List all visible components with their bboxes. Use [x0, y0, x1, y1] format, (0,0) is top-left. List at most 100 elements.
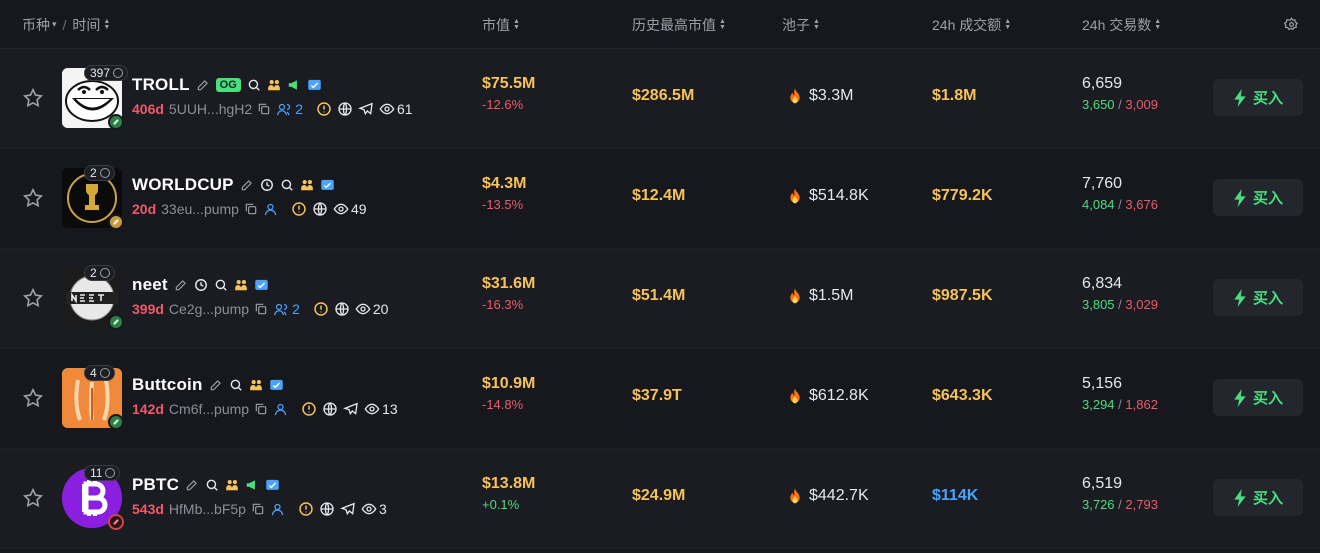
token-address[interactable]: HfMb...bF5p — [169, 501, 246, 517]
buy-button[interactable]: 买入 — [1213, 479, 1303, 516]
market-cap-change: -13.5% — [482, 197, 524, 212]
table-row[interactable]: 4 Buttcoin 142d Cm6f...pump 13 $10.9M -1… — [0, 349, 1320, 449]
buy-button[interactable]: 买入 — [1213, 179, 1303, 216]
views-count: 20 — [372, 301, 389, 317]
copy-icon[interactable] — [257, 102, 271, 116]
eye-icon — [361, 501, 377, 517]
holders-count: 2 — [90, 266, 97, 280]
copy-icon[interactable] — [244, 202, 258, 216]
volume-value: $643.3K — [932, 387, 993, 404]
buy-button[interactable]: 买入 — [1213, 79, 1303, 116]
market-cap-value: $4.3M — [482, 175, 527, 192]
telegram-icon[interactable] — [358, 101, 374, 117]
time-sort-button[interactable]: 时间 — [72, 15, 100, 35]
pool-value: $612.8K — [809, 387, 869, 404]
market-cap: $13.8M +0.1% — [482, 475, 535, 512]
edit-icon[interactable] — [185, 478, 199, 492]
telegram-icon[interactable] — [339, 501, 356, 517]
eye-icon — [355, 301, 371, 317]
token-name[interactable]: neet — [132, 275, 168, 295]
search-icon[interactable] — [280, 178, 294, 192]
table-row[interactable]: 11 PBTC 543d HfMb...bF5p 3 $13.8M +0.1% … — [0, 449, 1320, 549]
dev-count: 2 — [292, 301, 300, 317]
gear-icon[interactable] — [1284, 0, 1299, 49]
ath-header[interactable]: 历史最高市值 ▲ ▼ — [632, 0, 726, 49]
sort-icon: ▲ ▼ — [513, 17, 520, 31]
copy-icon[interactable] — [254, 402, 268, 416]
star-icon[interactable] — [22, 187, 44, 209]
tx-total: 7,760 — [1082, 175, 1123, 192]
market-cap: $75.5M -12.6% — [482, 75, 535, 112]
search-icon[interactable] — [229, 378, 243, 392]
search-icon[interactable] — [247, 78, 261, 92]
views-count: 13 — [382, 401, 398, 417]
globe-icon[interactable] — [322, 401, 338, 417]
buy-count: 3,650 — [1082, 97, 1115, 112]
globe-icon[interactable] — [337, 101, 353, 117]
pill-icon — [108, 214, 124, 230]
token-address[interactable]: 33eu...pump — [161, 201, 239, 217]
holders-badge: 2 — [84, 165, 115, 181]
edit-icon[interactable] — [196, 78, 210, 92]
token-address[interactable]: Cm6f...pump — [169, 401, 249, 417]
table-row[interactable]: 397 TROLL OG 406d 5UUH...hgH2 2 61 $75.5… — [0, 49, 1320, 149]
token-age: 406d — [132, 101, 164, 117]
token-address[interactable]: 5UUH...hgH2 — [169, 101, 252, 117]
mcap-header[interactable]: 市值 ▲ ▼ — [482, 0, 520, 49]
buy-button[interactable]: 买入 — [1213, 379, 1303, 416]
edit-icon[interactable] — [209, 378, 223, 392]
token-meta-line: 543d HfMb...bF5p 3 — [132, 499, 387, 519]
buy-count: 3,294 — [1082, 397, 1115, 412]
tx-header[interactable]: 24h 交易数 ▲ ▼ — [1082, 0, 1161, 49]
buy-sell-counts: 3,294 / 1,862 — [1082, 397, 1158, 412]
market-cap-change: -12.6% — [482, 97, 524, 112]
sell-count: 3,676 — [1125, 197, 1158, 212]
star-icon[interactable] — [22, 87, 44, 109]
copy-icon[interactable] — [251, 502, 265, 516]
coin-sort-button[interactable]: 币种 — [22, 15, 50, 35]
globe-icon[interactable] — [334, 301, 350, 317]
token-age: 20d — [132, 201, 157, 217]
token-name[interactable]: PBTC — [132, 475, 179, 495]
warning-icon — [316, 101, 332, 117]
globe-icon[interactable] — [312, 201, 328, 217]
eye-icon — [333, 201, 349, 217]
table-row[interactable]: 2 neet 399d Ce2g...pump 2 20 $31.6M -16.… — [0, 249, 1320, 349]
pool-header[interactable]: 池子 ▲ ▼ — [782, 0, 820, 49]
search-icon[interactable] — [214, 278, 228, 292]
sell-count: 3,029 — [1125, 297, 1158, 312]
star-icon[interactable] — [22, 387, 44, 409]
buy-button[interactable]: 买入 — [1213, 279, 1303, 316]
edit-icon[interactable] — [174, 278, 188, 292]
tx-total: 6,659 — [1082, 75, 1123, 92]
sort-icon[interactable]: ▲ ▼ — [103, 18, 110, 31]
tx-cell: 6,659 3,650 / 3,009 — [1082, 75, 1158, 112]
holders-count: 397 — [90, 66, 111, 80]
token-name[interactable]: Buttcoin — [132, 375, 203, 395]
volume-value: $1.8M — [932, 87, 977, 104]
pool-header-label: 池子 — [782, 16, 810, 33]
token-address[interactable]: Ce2g...pump — [169, 301, 249, 317]
search-icon[interactable] — [205, 478, 219, 492]
holders-count: 4 — [90, 366, 97, 380]
token-name[interactable]: TROLL — [132, 75, 190, 95]
token-name-line: WORLDCUP — [132, 175, 335, 195]
copy-icon[interactable] — [254, 302, 268, 316]
lightning-icon — [1233, 188, 1247, 207]
lightning-icon — [1233, 488, 1247, 507]
token-name[interactable]: WORLDCUP — [132, 175, 234, 195]
chevron-down-icon[interactable]: ▾ — [52, 19, 57, 30]
table-row[interactable]: 2 WORLDCUP 20d 33eu...pump 49 $4.3M -13.… — [0, 149, 1320, 249]
star-icon[interactable] — [22, 287, 44, 309]
edit-icon[interactable] — [240, 178, 254, 192]
users-icon — [267, 78, 281, 92]
star-icon[interactable] — [22, 487, 44, 509]
token-age: 399d — [132, 301, 164, 317]
message-icon — [320, 178, 335, 193]
telegram-icon[interactable] — [343, 401, 359, 417]
holders-icon — [99, 268, 110, 278]
market-cap-change: +0.1% — [482, 497, 520, 512]
globe-icon[interactable] — [319, 501, 335, 517]
pill-icon — [108, 114, 124, 130]
volume-header[interactable]: 24h 成交额 ▲ ▼ — [932, 0, 1011, 49]
